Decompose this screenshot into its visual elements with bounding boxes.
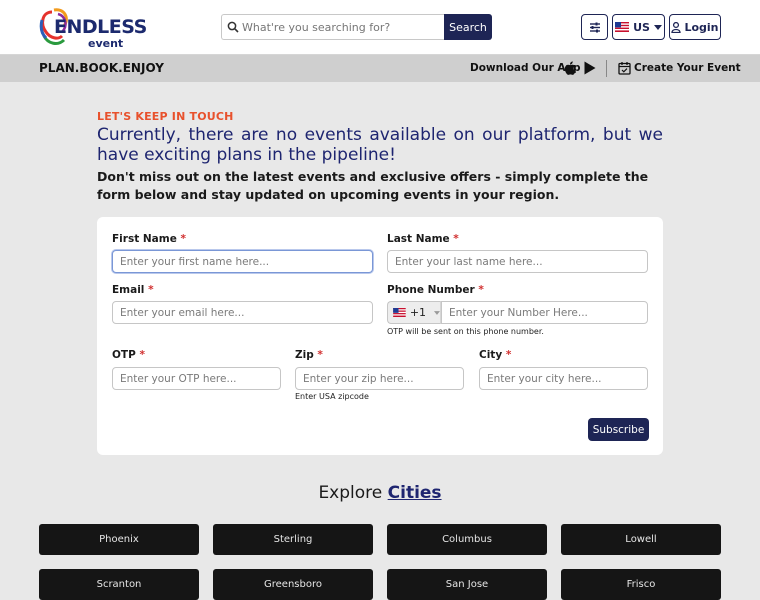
filter-icon xyxy=(589,22,600,32)
first-name-label: First Name * xyxy=(112,233,186,245)
city-tile-san-jose[interactable]: San Jose xyxy=(387,569,547,600)
dial-code: +1 xyxy=(409,306,427,319)
city-label-text: City xyxy=(479,349,503,361)
city-tile-greensboro[interactable]: Greensboro xyxy=(213,569,373,600)
sub-navigation-bar: PLAN.BOOK.ENJOY Download Our App Create … xyxy=(0,55,760,82)
phone-country-code-selector[interactable]: +1 xyxy=(387,301,441,324)
phone-number-input[interactable] xyxy=(441,301,648,324)
explore-cities-heading: Explore Cities xyxy=(0,483,760,503)
zip-label: Zip * xyxy=(295,349,323,361)
otp-label-text: OTP xyxy=(112,349,136,361)
us-flag-icon xyxy=(393,308,406,317)
divider xyxy=(606,60,607,77)
otp-label: OTP * xyxy=(112,349,145,361)
apple-icon[interactable] xyxy=(564,61,577,75)
country-selector[interactable]: US xyxy=(612,14,665,40)
user-icon xyxy=(671,21,682,33)
last-name-label: Last Name * xyxy=(387,233,459,245)
required-mark: * xyxy=(505,349,512,361)
search-button[interactable]: Search xyxy=(444,14,492,40)
zip-input[interactable] xyxy=(295,367,464,390)
zip-hint: Enter USA zipcode xyxy=(295,392,369,401)
zip-label-text: Zip xyxy=(295,349,314,361)
search-icon xyxy=(227,21,239,33)
required-mark: * xyxy=(148,284,154,296)
city-tile-scranton[interactable]: Scranton xyxy=(39,569,199,600)
subscribe-button[interactable]: Subscribe xyxy=(588,418,649,441)
country-label: US xyxy=(633,20,650,34)
endless-event-logo[interactable]: ENDLESS event xyxy=(38,4,147,50)
last-name-label-text: Last Name xyxy=(387,233,450,245)
phone-label-text: Phone Number xyxy=(387,284,475,296)
email-label-text: Email xyxy=(112,284,145,296)
required-mark: * xyxy=(180,233,186,245)
first-name-input[interactable] xyxy=(112,250,373,273)
first-name-label-text: First Name xyxy=(112,233,177,245)
city-tile-sterling[interactable]: Sterling xyxy=(213,524,373,555)
create-event-link[interactable]: Create Your Event xyxy=(634,62,741,74)
email-label: Email * xyxy=(112,284,154,296)
phone-hint: OTP will be sent on this phone number. xyxy=(387,327,544,336)
play-store-icon[interactable] xyxy=(583,61,597,75)
email-input[interactable] xyxy=(112,301,373,324)
city-label: City * xyxy=(479,349,511,361)
filter-button[interactable] xyxy=(581,14,608,40)
subscribe-form-card: First Name * Last Name * Email * Phone N… xyxy=(97,217,663,455)
logo-subtext: event xyxy=(88,37,124,50)
required-mark: * xyxy=(453,233,459,245)
calendar-check-icon[interactable] xyxy=(618,61,631,75)
caret-down-icon xyxy=(653,24,662,30)
tagline: PLAN.BOOK.ENJOY xyxy=(39,61,164,75)
city-tile-phoenix[interactable]: Phoenix xyxy=(39,524,199,555)
logo-text: ENDLESS xyxy=(54,16,147,38)
search-input[interactable] xyxy=(221,14,445,40)
top-header: ENDLESS event Search US xyxy=(0,0,760,55)
city-input[interactable] xyxy=(479,367,648,390)
login-button[interactable]: Login xyxy=(669,14,721,40)
phone-label: Phone Number * xyxy=(387,284,484,296)
caret-down-icon xyxy=(434,310,440,315)
required-mark: * xyxy=(478,284,484,296)
us-flag-icon xyxy=(615,22,630,32)
section-kicker: LET'S KEEP IN TOUCH xyxy=(97,110,234,123)
required-mark: * xyxy=(317,349,323,361)
city-tile-columbus[interactable]: Columbus xyxy=(387,524,547,555)
required-mark: * xyxy=(139,349,145,361)
last-name-input[interactable] xyxy=(387,250,648,273)
cities-link[interactable]: Cities xyxy=(388,483,442,503)
search-bar: Search xyxy=(221,14,492,40)
explore-prefix: Explore xyxy=(318,483,383,503)
page-subheadline: Don't miss out on the latest events and … xyxy=(97,169,649,202)
login-label: Login xyxy=(684,20,719,34)
city-tile-frisco[interactable]: Frisco xyxy=(561,569,721,600)
city-tile-lowell[interactable]: Lowell xyxy=(561,524,721,555)
page-headline: Currently, there are no events available… xyxy=(97,125,663,165)
otp-input[interactable] xyxy=(112,367,281,390)
